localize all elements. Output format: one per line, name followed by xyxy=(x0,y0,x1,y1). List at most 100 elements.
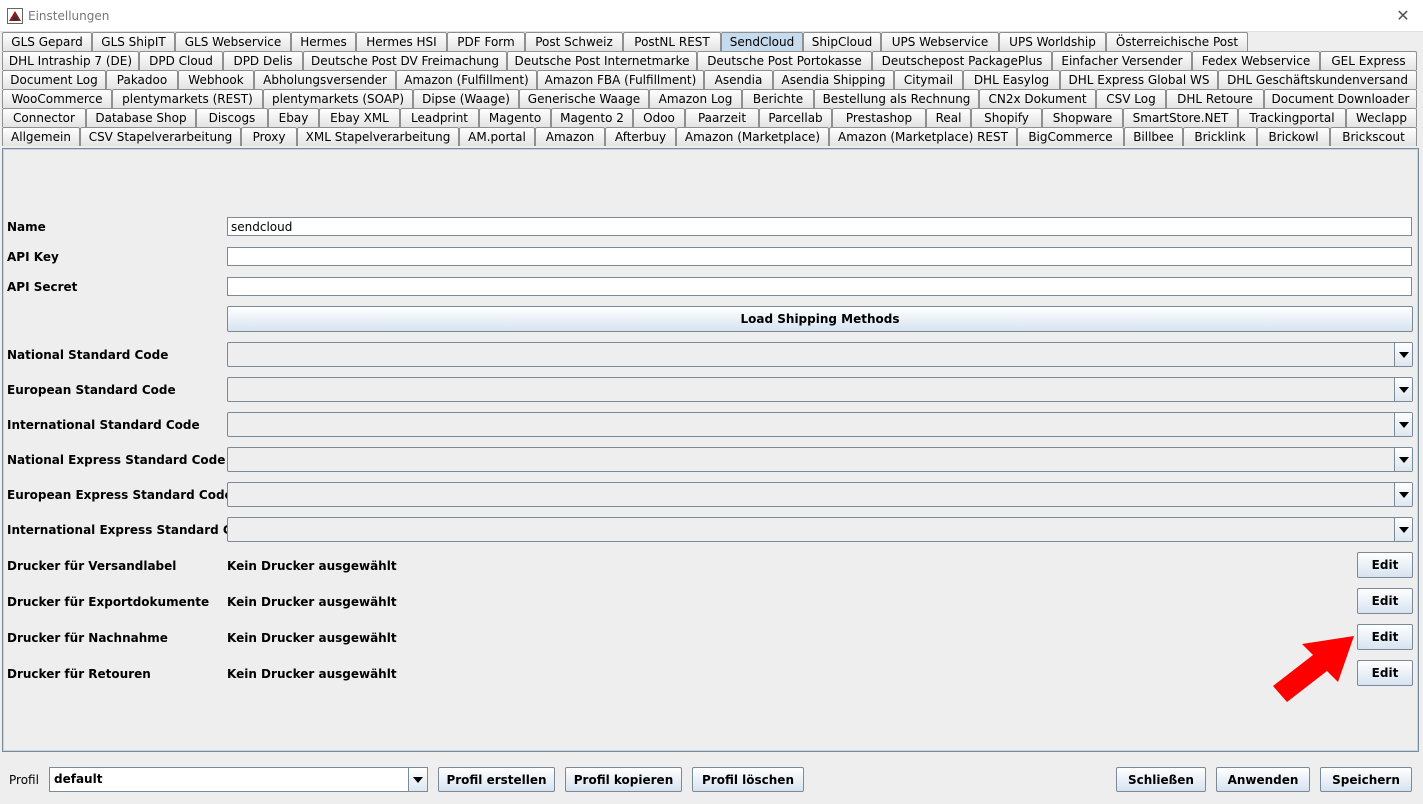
tab-brickowl[interactable]: Brickowl xyxy=(1257,127,1330,146)
profile-select[interactable]: default xyxy=(49,767,428,792)
tab-pdf-form[interactable]: PDF Form xyxy=(447,32,525,51)
tab-dhl-easylog[interactable]: DHL Easylog xyxy=(963,70,1060,89)
tab-webhook[interactable]: Webhook xyxy=(178,70,254,89)
tab-deutschepost-packageplus[interactable]: Deutschepost PackagePlus xyxy=(872,51,1052,70)
tab-discogs[interactable]: Discogs xyxy=(196,108,268,127)
tab-ups-worldship[interactable]: UPS Worldship xyxy=(999,32,1106,51)
tab-database-shop[interactable]: Database Shop xyxy=(86,108,196,127)
european-standard-select[interactable] xyxy=(227,377,1413,402)
tab-shopify[interactable]: Shopify xyxy=(971,108,1042,127)
close-button[interactable]: Schließen xyxy=(1116,767,1206,792)
tab-csv-log[interactable]: CSV Log xyxy=(1096,89,1166,108)
tab-magento[interactable]: Magento xyxy=(479,108,551,127)
save-button[interactable]: Speichern xyxy=(1320,767,1412,792)
tab-hermes-hsi[interactable]: Hermes HSI xyxy=(356,32,447,51)
copy-profile-button[interactable]: Profil kopieren xyxy=(565,767,682,792)
tab-proxy[interactable]: Proxy xyxy=(241,127,297,146)
tab-dpd-delis[interactable]: DPD Delis xyxy=(223,51,303,70)
tab-bricklink[interactable]: Bricklink xyxy=(1183,127,1257,146)
tab-gel-express[interactable]: GEL Express xyxy=(1320,51,1417,70)
tab-bigcommerce[interactable]: BigCommerce xyxy=(1017,127,1124,146)
tab-amazon-marketplace-rest[interactable]: Amazon (Marketplace) REST xyxy=(829,127,1017,146)
tab-weclapp[interactable]: Weclapp xyxy=(1346,108,1417,127)
edit-printer-versandlabel-button[interactable]: Edit xyxy=(1357,552,1413,578)
tab-allgemein[interactable]: Allgemein xyxy=(2,127,80,146)
tab-magento-2[interactable]: Magento 2 xyxy=(551,108,633,127)
tab-dpd-cloud[interactable]: DPD Cloud xyxy=(139,51,223,70)
edit-printer-nachnahme-button[interactable]: Edit xyxy=(1357,624,1413,650)
tab-einfacher-versender[interactable]: Einfacher Versender xyxy=(1052,51,1192,70)
tab-gls-gepard[interactable]: GLS Gepard xyxy=(2,32,92,51)
tab-ebay[interactable]: Ebay xyxy=(268,108,319,127)
tab-paarzeit[interactable]: Paarzeit xyxy=(685,108,759,127)
tab-fedex-webservice[interactable]: Fedex Webservice xyxy=(1192,51,1320,70)
load-shipping-methods-button[interactable]: Load Shipping Methods xyxy=(227,306,1413,332)
tab-leadprint[interactable]: Leadprint xyxy=(400,108,479,127)
tab-postnl-rest[interactable]: PostNL REST xyxy=(623,32,721,51)
tab-dhl-intraship[interactable]: DHL Intraship 7 (DE) xyxy=(2,51,139,70)
name-input[interactable] xyxy=(227,217,1412,236)
tab-ebay-xml[interactable]: Ebay XML xyxy=(319,108,400,127)
tab-plentymarkets-soap[interactable]: plentymarkets (SOAP) xyxy=(263,89,413,108)
tab-amazon[interactable]: Amazon xyxy=(535,127,605,146)
chevron-down-icon[interactable] xyxy=(1394,483,1412,506)
delete-profile-button[interactable]: Profil löschen xyxy=(692,767,804,792)
create-profile-button[interactable]: Profil erstellen xyxy=(438,767,555,792)
tab-asendia-shipping[interactable]: Asendia Shipping xyxy=(773,70,894,89)
tab-smartstore[interactable]: SmartStore.NET xyxy=(1123,108,1238,127)
tab-billbee[interactable]: Billbee xyxy=(1124,127,1183,146)
tab-dipse-waage[interactable]: Dipse (Waage) xyxy=(413,89,519,108)
tab-document-downloader[interactable]: Document Downloader xyxy=(1264,89,1417,108)
tab-amazon-log[interactable]: Amazon Log xyxy=(649,89,742,108)
tab-deutsche-post-dv[interactable]: Deutsche Post DV Freimachung xyxy=(303,51,507,70)
tab-ups-webservice[interactable]: UPS Webservice xyxy=(881,32,999,51)
apply-button[interactable]: Anwenden xyxy=(1216,767,1310,792)
edit-printer-retouren-button[interactable]: Edit xyxy=(1357,660,1413,686)
tab-deutsche-post-portokasse[interactable]: Deutsche Post Portokasse xyxy=(697,51,872,70)
chevron-down-icon[interactable] xyxy=(1394,448,1412,471)
api-key-input[interactable] xyxy=(227,247,1412,266)
tab-dhl-geschaeftskunden[interactable]: DHL Geschäftskundenversand xyxy=(1218,70,1417,89)
tab-xml-stapelverarbeitung[interactable]: XML Stapelverarbeitung xyxy=(297,127,459,146)
tab-shopware[interactable]: Shopware xyxy=(1042,108,1123,127)
tab-amazon-marketplace[interactable]: Amazon (Marketplace) xyxy=(676,127,829,146)
chevron-down-icon[interactable] xyxy=(1394,413,1412,436)
edit-printer-exportdokumente-button[interactable]: Edit xyxy=(1357,588,1413,614)
tab-amportal[interactable]: AM.portal xyxy=(459,127,535,146)
national-express-select[interactable] xyxy=(227,447,1413,472)
tab-abholungsversender[interactable]: Abholungsversender xyxy=(254,70,396,89)
tab-csv-stapelverarbeitung[interactable]: CSV Stapelverarbeitung xyxy=(80,127,241,146)
tab-plentymarkets-rest[interactable]: plentymarkets (REST) xyxy=(112,89,263,108)
tab-sendcloud[interactable]: SendCloud xyxy=(721,32,803,51)
tab-prestashop[interactable]: Prestashop xyxy=(832,108,926,127)
tab-afterbuy[interactable]: Afterbuy xyxy=(605,127,676,146)
chevron-down-icon[interactable] xyxy=(408,768,427,791)
tab-berichte[interactable]: Berichte xyxy=(742,89,814,108)
tab-post-schweiz[interactable]: Post Schweiz xyxy=(525,32,623,51)
close-icon[interactable]: ✕ xyxy=(1391,4,1415,28)
tab-real[interactable]: Real xyxy=(926,108,971,127)
international-express-select[interactable] xyxy=(227,517,1413,542)
tab-oesterreichische-post[interactable]: Österreichische Post xyxy=(1106,32,1248,51)
tab-brickscout[interactable]: Brickscout xyxy=(1330,127,1417,146)
tab-hermes[interactable]: Hermes xyxy=(291,32,356,51)
tab-amazon-fba[interactable]: Amazon FBA (Fulfillment) xyxy=(537,70,704,89)
tab-trackingportal[interactable]: Trackingportal xyxy=(1238,108,1346,127)
tab-gls-shipit[interactable]: GLS ShipIT xyxy=(92,32,175,51)
tab-gls-webservice[interactable]: GLS Webservice xyxy=(175,32,291,51)
tab-odoo[interactable]: Odoo xyxy=(633,108,685,127)
national-standard-select[interactable] xyxy=(227,342,1413,367)
tab-dhl-retoure[interactable]: DHL Retoure xyxy=(1166,89,1264,108)
tab-bestellung-als-rechnung[interactable]: Bestellung als Rechnung xyxy=(814,89,979,108)
tab-deutsche-post-internetmarke[interactable]: Deutsche Post Internetmarke xyxy=(507,51,697,70)
tab-document-log[interactable]: Document Log xyxy=(2,70,106,89)
tab-parcellab[interactable]: Parcellab xyxy=(759,108,832,127)
international-standard-select[interactable] xyxy=(227,412,1413,437)
tab-asendia[interactable]: Asendia xyxy=(704,70,773,89)
chevron-down-icon[interactable] xyxy=(1394,378,1412,401)
tab-amazon-fulfillment[interactable]: Amazon (Fulfillment) xyxy=(396,70,537,89)
tab-dhl-express-global[interactable]: DHL Express Global WS xyxy=(1060,70,1218,89)
tab-woocommerce[interactable]: WooCommerce xyxy=(2,89,112,108)
chevron-down-icon[interactable] xyxy=(1394,518,1412,541)
tab-shipcloud[interactable]: ShipCloud xyxy=(803,32,881,51)
